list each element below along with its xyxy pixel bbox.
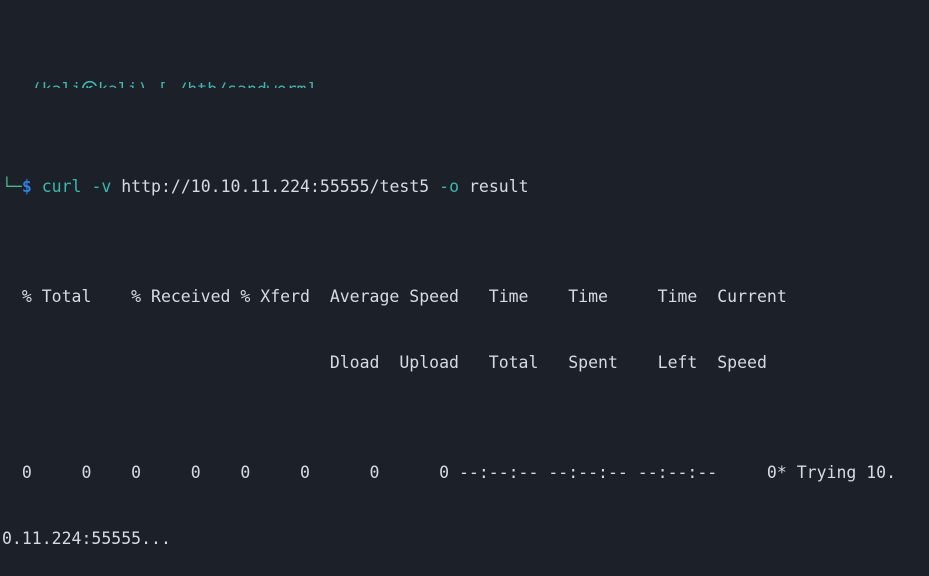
command-output-file: result	[468, 177, 529, 196]
progress-row-0-note: * Trying 10.	[776, 463, 897, 482]
prompt-line-partial: ┌──(kali㉿kali)-[~/htb/sandworm]	[0, 79, 929, 88]
command-flag-verbose: -v	[91, 177, 112, 196]
prompt-elbow-icon: └─	[2, 177, 22, 196]
progress-row-trying: 0 0 0 0 0 0 0 0 --:--:-- --:--:-- --:--:…	[0, 462, 929, 484]
prompt-partial-text: ┌──(kali㉿kali)-[~/htb/sandworm]	[2, 80, 317, 88]
progress-header-row-2: Dload Upload Total Spent Left Speed	[2, 353, 767, 372]
command-flag-output: -o	[439, 177, 460, 196]
progress-header-row-1: % Total % Received % Xferd Average Speed…	[2, 287, 787, 306]
terminal-window[interactable]: ┌──(kali㉿kali)-[~/htb/sandworm] └─$ curl…	[0, 0, 929, 576]
command-line[interactable]: └─$ curl -v http://10.10.11.224:55555/te…	[0, 176, 929, 198]
command-url: http://10.10.11.224:55555/test5	[121, 177, 430, 196]
prompt-dollar-symbol: $	[21, 177, 32, 196]
progress-row-trying-wrap: 0.11.224:55555...	[2, 529, 171, 548]
progress-row-0-values: 0 0 0 0 0 0 0 0 --:--:-- --:--:-- --:--:…	[2, 463, 777, 482]
command-name: curl	[41, 177, 82, 196]
terminal-screen: ┌──(kali㉿kali)-[~/htb/sandworm] └─$ curl…	[0, 0, 929, 576]
